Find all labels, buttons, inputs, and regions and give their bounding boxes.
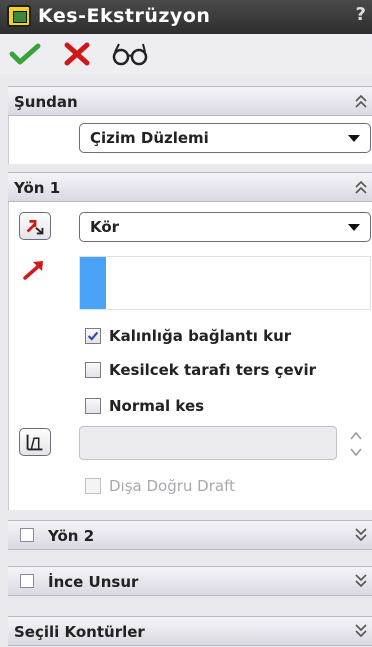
direction2-title: Yön 2	[48, 527, 95, 545]
direction2-checkbox[interactable]	[20, 528, 34, 542]
glasses-icon	[112, 43, 148, 66]
checkbox-box[interactable]	[85, 362, 101, 378]
thin-link-label: Kalınlığa bağlantı kur	[109, 327, 292, 345]
chevron-down-icon[interactable]	[354, 527, 368, 543]
thin-feature-header[interactable]: İnce Unsur	[8, 566, 372, 596]
end-condition-dropdown[interactable]: Kör	[79, 212, 371, 242]
chevron-up-icon[interactable]	[354, 93, 368, 109]
from-group-header[interactable]: Şundan	[8, 86, 372, 116]
end-condition-value: Kör	[90, 218, 120, 236]
reverse-direction-icon	[26, 219, 44, 235]
draft-outward-label: Dışa Doğru Draft	[109, 477, 235, 495]
thin-feature-title: İnce Unsur	[48, 573, 139, 591]
from-group-title: Şundan	[14, 93, 78, 111]
preview-button[interactable]	[110, 38, 152, 70]
chevron-down-icon[interactable]	[354, 573, 368, 589]
dropdown-arrow-icon	[348, 224, 360, 231]
cut-extrude-icon	[7, 5, 31, 27]
thin-feature-checkbox[interactable]	[20, 574, 34, 588]
reverse-direction-button[interactable]	[19, 212, 51, 240]
ok-button[interactable]	[8, 38, 42, 70]
draft-angle-input[interactable]	[79, 426, 337, 460]
direction1-header[interactable]: Yön 1	[8, 172, 372, 202]
from-dropdown-value: Çizim Düzlemi	[90, 129, 209, 147]
direction1-title: Yön 1	[14, 179, 61, 197]
dropdown-arrow-icon	[348, 135, 360, 142]
spinner-icon[interactable]	[347, 428, 365, 460]
title-bar: Kes-Ekstrüzyon ?	[0, 0, 372, 34]
selected-contours-header[interactable]: Seçili Kontürler	[8, 616, 372, 646]
window-title: Kes-Ekstrüzyon	[38, 5, 211, 27]
checkbox-box[interactable]	[85, 328, 101, 344]
selected-contours-title: Seçili Kontürler	[14, 623, 145, 641]
from-dropdown[interactable]: Çizim Düzlemi	[79, 123, 371, 153]
selection-highlight	[80, 257, 106, 309]
from-group-body: Çizim Düzlemi	[8, 116, 372, 164]
checkbox-box[interactable]	[85, 478, 101, 494]
help-icon[interactable]: ?	[356, 4, 366, 25]
chevron-down-icon[interactable]	[354, 623, 368, 639]
cancel-button[interactable]	[60, 38, 94, 70]
check-icon	[9, 43, 41, 65]
flip-side-label: Kesilcek tarafı ters çevir	[109, 361, 316, 379]
action-row	[0, 34, 372, 74]
draft-toggle-button[interactable]	[19, 428, 51, 456]
direction2-header[interactable]: Yön 2	[8, 520, 372, 550]
close-icon	[64, 42, 90, 66]
draft-icon	[26, 434, 43, 451]
checkmark-icon	[87, 331, 99, 341]
direction-selection-box[interactable]	[79, 256, 371, 310]
chevron-up-icon[interactable]	[354, 179, 368, 195]
normal-cut-label: Normal kes	[109, 397, 205, 415]
direction-arrow-icon	[23, 261, 43, 280]
direction1-body: Kör Kalınlığa bağlantı kur Kesilcek tara…	[8, 202, 372, 510]
checkbox-box[interactable]	[85, 398, 101, 414]
